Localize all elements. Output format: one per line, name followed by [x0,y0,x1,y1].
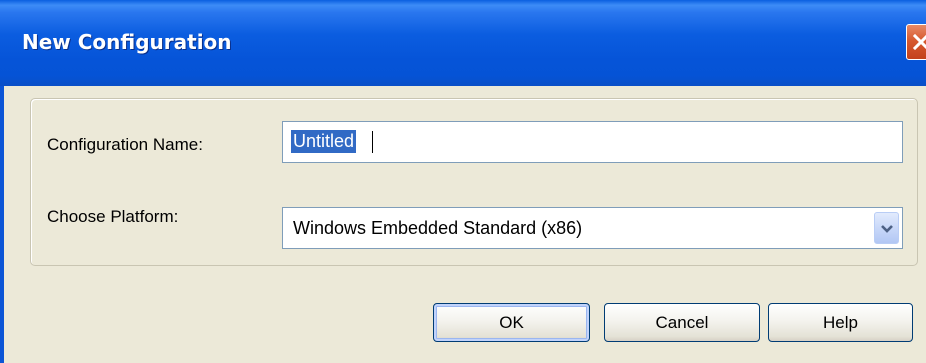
choose-platform-label: Choose Platform: [47,207,179,226]
close-icon [913,34,926,50]
ok-button[interactable]: OK [433,303,590,342]
configuration-name-label: Configuration Name: [47,135,203,154]
platform-select-value: Windows Embedded Standard (x86) [293,218,583,238]
cancel-button[interactable]: Cancel [604,303,760,342]
platform-select[interactable]: Windows Embedded Standard (x86) [282,207,903,249]
close-button[interactable] [906,24,926,60]
title-bar[interactable]: New Configuration [0,0,926,86]
platform-dropdown-button[interactable] [874,212,899,244]
configuration-name-input[interactable]: Untitled [282,121,903,163]
chevron-down-icon [881,225,893,233]
text-caret [372,131,373,153]
window-border [0,86,4,363]
dialog-window: New Configuration Configuration Name: Un… [0,0,926,363]
window-title: New Configuration [22,30,232,54]
help-button[interactable]: Help [768,303,913,342]
configuration-name-value: Untitled [291,130,357,153]
